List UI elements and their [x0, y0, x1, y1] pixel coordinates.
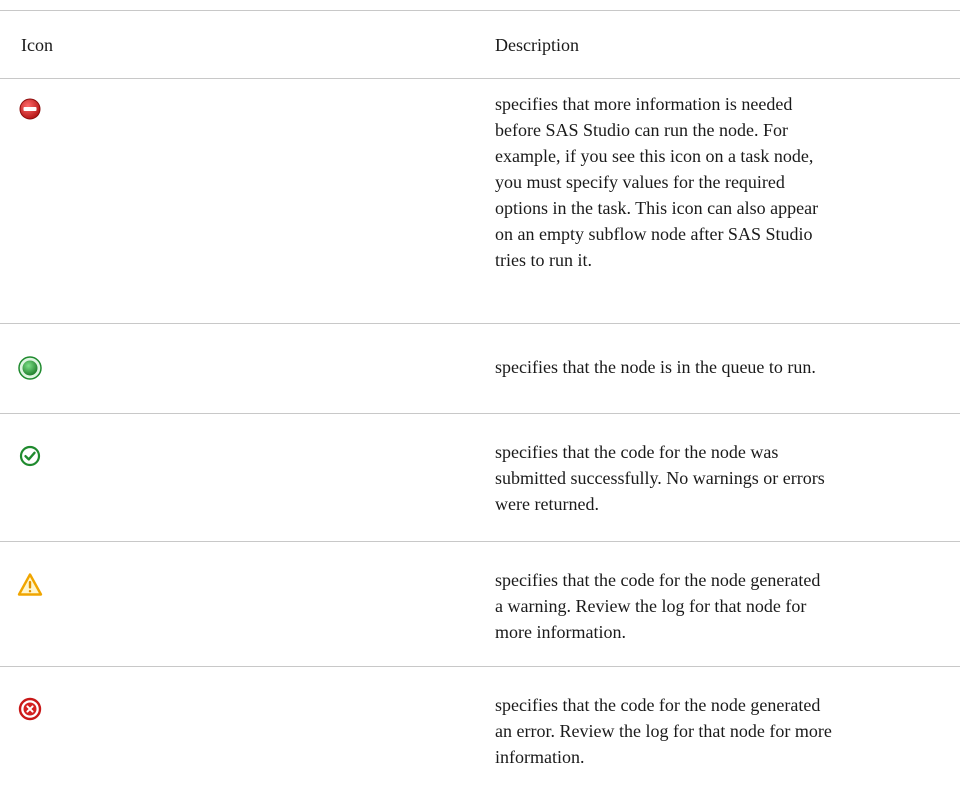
table-row: specifies that the code for the node was… [0, 413, 960, 541]
row-description: specifies that the code for the node gen… [495, 695, 832, 767]
row-description: specifies that the code for the node was… [495, 442, 825, 514]
required-info-missing-icon [17, 96, 43, 122]
queued-icon [17, 355, 43, 381]
row-description: specifies that more information is neede… [495, 94, 819, 270]
table-row: specifies that the node is in the queue … [0, 323, 960, 413]
icon-column-header: Icon [21, 35, 53, 55]
warning-icon [17, 572, 43, 598]
table-row: specifies that the code for the node gen… [0, 666, 960, 789]
table-row: specifies that the code for the node gen… [0, 541, 960, 666]
description-column-header: Description [495, 35, 579, 55]
icon-description-table: Icon Description specifies that more inf… [0, 10, 960, 789]
table-header-row: Icon Description [0, 10, 960, 78]
error-icon [17, 696, 43, 722]
success-check-icon [17, 443, 43, 469]
table-row: specifies that more information is neede… [0, 78, 960, 323]
row-description: specifies that the node is in the queue … [495, 357, 816, 377]
row-description: specifies that the code for the node gen… [495, 570, 821, 642]
